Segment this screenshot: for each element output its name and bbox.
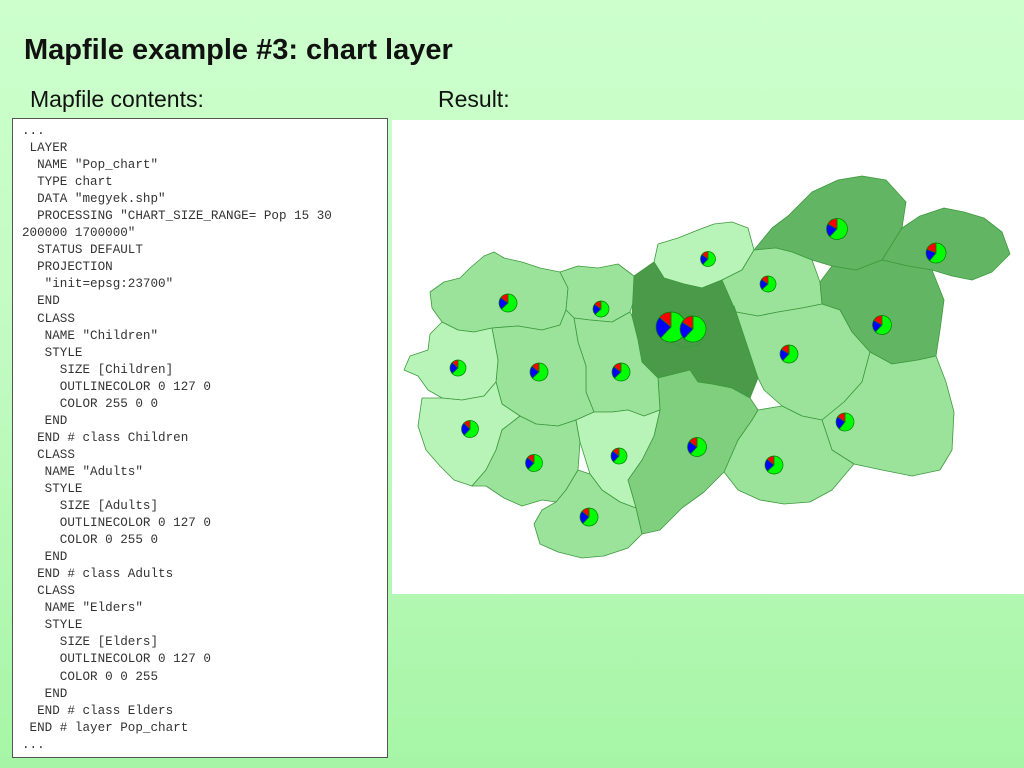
code-line: END # class Elders: [22, 703, 174, 718]
pie-chart-somogy: [525, 454, 543, 472]
mapfile-contents-label: Mapfile contents:: [30, 86, 204, 112]
county-layer: [403, 175, 1011, 559]
pie-chart-gyor: [498, 293, 518, 313]
code-line: END # class Adults: [22, 567, 174, 582]
code-line: CLASS: [22, 447, 75, 462]
code-line: OUTLINECOLOR 0 127 0: [22, 652, 211, 667]
pie-chart-heves: [759, 275, 777, 293]
result-label: Result:: [438, 86, 510, 112]
code-line: END: [22, 413, 68, 428]
pie-chart-fejer: [611, 362, 631, 382]
pie-chart-borsod: [826, 218, 848, 240]
code-line: OUTLINECOLOR 0 127 0: [22, 379, 211, 394]
pie-chart-csongrad: [764, 455, 784, 475]
mapfile-code-box: ... LAYER NAME "Pop_chart" TYPE chart DA…: [12, 118, 388, 758]
code-line: STYLE: [22, 345, 83, 360]
code-line: SIZE [Elders]: [22, 635, 159, 650]
pie-chart-tolna: [610, 447, 628, 465]
county-gyor: [429, 251, 569, 333]
code-line: END: [22, 294, 60, 309]
code-line: NAME "Elders": [22, 601, 143, 616]
code-line: 200000 1700000": [22, 226, 136, 241]
code-line: COLOR 0 255 0: [22, 533, 159, 548]
pie-chart-baranya: [579, 507, 599, 527]
pie-chart-bacs: [687, 437, 707, 457]
pie-chart-zala: [461, 420, 479, 438]
code-line: END: [22, 686, 68, 701]
code-line: END: [22, 550, 68, 565]
code-line: END # class Children: [22, 430, 189, 445]
county-map: [403, 175, 1011, 559]
code-line: OUTLINECOLOR 0 127 0: [22, 516, 211, 531]
code-line: NAME "Adults": [22, 464, 143, 479]
code-line: NAME "Pop_chart": [22, 158, 159, 173]
code-line: END # layer Pop_chart: [22, 720, 189, 735]
code-line: SIZE [Adults]: [22, 499, 159, 514]
code-line: COLOR 0 0 255: [22, 669, 159, 684]
pie-chart-komarom: [592, 300, 610, 318]
code-line: STATUS DEFAULT: [22, 243, 143, 258]
code-line: STYLE: [22, 618, 83, 633]
code-line: TYPE chart: [22, 175, 113, 190]
pie-chart-pest: [679, 315, 707, 343]
code-line: CLASS: [22, 311, 75, 326]
pie-chart-szabolcs: [925, 242, 947, 264]
code-line: COLOR 255 0 0: [22, 396, 159, 411]
code-lines: ... LAYER NAME "Pop_chart" TYPE chart DA…: [22, 123, 387, 754]
code-line: SIZE [Children]: [22, 362, 174, 377]
map-result-panel: [392, 120, 1024, 594]
code-line: DATA "megyek.shp": [22, 192, 166, 207]
code-line: NAME "Children": [22, 328, 159, 343]
code-line: STYLE: [22, 481, 83, 496]
pie-chart-nograd: [700, 251, 716, 267]
code-line: PROCESSING "CHART_SIZE_RANGE= Pop 15 30: [22, 209, 332, 224]
pie-chart-hajdu: [872, 315, 892, 335]
pie-chart-vas: [449, 359, 467, 377]
code-line: ...: [22, 124, 45, 138]
code-line: LAYER: [22, 141, 68, 156]
code-line: CLASS: [22, 584, 75, 599]
pie-chart-veszprem: [529, 362, 549, 382]
code-line: ...: [22, 737, 45, 752]
code-line: "init=epsg:23700": [22, 277, 174, 292]
pie-chart-bekes: [835, 412, 855, 432]
county-vas: [403, 321, 499, 401]
pie-chart-szolnok: [779, 344, 799, 364]
slide-title: Mapfile example #3: chart layer: [24, 34, 453, 66]
code-line: PROJECTION: [22, 260, 113, 275]
